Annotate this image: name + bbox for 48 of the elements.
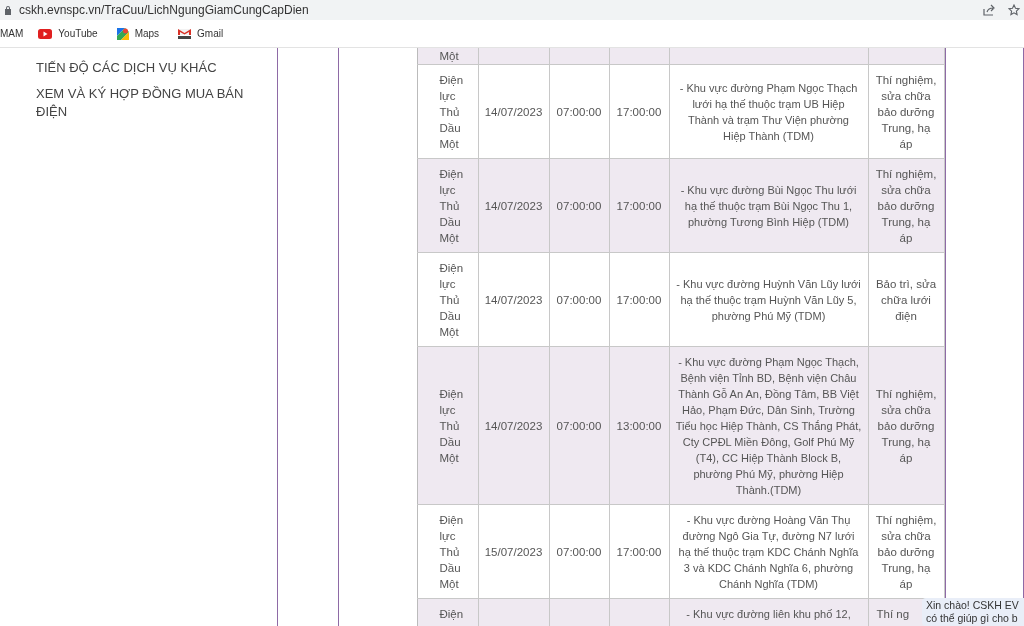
table-cell-text: Điện lực Thủ Dầu Một: [439, 512, 464, 592]
table-cell: 17:00:00: [616, 545, 662, 558]
table-cell-text: Điện lực Thủ Dầu Một: [439, 260, 464, 340]
table-cell-text: Điện lực Thủ Dầu Một: [439, 386, 464, 466]
bookmark[interactable]: YouTube: [38, 28, 98, 39]
table-cell-text: - Khu vực đường Phạm Ngọc Thạch lưới hạ thế thuộc trạm UB Hiệp Thành và trạm Thư Viện phường Hiệp Thành (TDM): [678, 80, 859, 144]
table-cell: 14/07/2023: [484, 199, 543, 212]
mail-icon: [178, 28, 192, 39]
table-cell-text: - Khu vực đường Bùi Ngọc Thu lưới hạ thế thuộc trạm Bùi Ngọc Thu 1, phường Tương Bình Hiệp (TDM): [679, 182, 858, 230]
table-cell: 07:00:00: [556, 293, 602, 306]
table-cell: 14/07/2023: [484, 105, 543, 118]
table-cell: 07:00:00: [556, 199, 602, 212]
table-cell-text: - Khu vực đường Hoàng Văn Thụ đường Ngô Gia Tự, đường N7 lưới hạ thế thuộc trạm KDC Chánh Nghĩa 3 và KDC Chánh Nghĩa 6, phường Chánh Nghĩa (TDM): [677, 512, 860, 592]
table-cell-text: Điện lực Thủ Dầu Một: [439, 166, 464, 246]
lock-icon: [4, 5, 12, 15]
table-cell: 17:00:00: [616, 199, 662, 212]
table-cell: 07:00:00: [556, 419, 602, 432]
table-cell: 15/07/2023: [484, 545, 543, 558]
chat-bubble[interactable]: Xin chào! CSKH EV có thể giúp gì cho b: [922, 598, 1024, 626]
bookmark[interactable]: Gmail: [178, 28, 224, 39]
sidebar-link[interactable]: TIẾN ĐỘ CÁC DỊCH VỤ KHÁC: [36, 59, 246, 77]
table-cell: 14/07/2023: [484, 293, 543, 306]
table-cell: 17:00:00: [616, 105, 662, 118]
table-cell-text: - Khu vực đường Phạm Ngọc Thạch, Bệnh viện Tỉnh BD, Bệnh viện Châu Thành Gỗ An An, Đồng Tâm, BB Việt Hảo, Phạm Đức, Dân Sinh, Trường Tiểu học Hiệp Thành, CS Thắng Phát, Cty CPĐL Miền Đông, Golf Phú Mỹ (T4), CC Hiệp Thành Block B, phường Phú Mỹ, phường Hiệp Thành.(TDM): [674, 354, 863, 498]
table-cell-text: Thí nghiệm, sửa chữa bảo dưỡng Trung, hạ áp: [875, 386, 937, 466]
bookmark[interactable]: Maps: [116, 27, 160, 40]
table-cell-text: - Khu vực đường Huỳnh Văn Lũy lưới hạ thế thuộc trạm Huỳnh Văn Lũy 5, phường Phú Mỹ (TDM): [675, 276, 862, 324]
map-pin-icon: [116, 27, 129, 40]
table-cell-text: - Khu vực đường liên khu phố 12,: [685, 607, 852, 622]
table-cell: 07:00:00: [556, 545, 602, 558]
table-cell: 07:00:00: [556, 105, 602, 118]
table-cell-text: Điện lực Thủ Dầu Một: [439, 72, 464, 152]
url-field[interactable]: cskh.evnspc.vn/TraCuu/LichNgungGiamCungCapDien: [19, 3, 309, 17]
table-cell-text: Thí nghiệm, sửa chữa bảo dưỡng Trung, hạ áp: [875, 72, 937, 152]
star-icon[interactable]: [1008, 4, 1020, 16]
sidebar-link[interactable]: XEM VÀ KÝ HỢP ĐỒNG MUA BÁN ĐIỆN: [36, 85, 246, 121]
table-cell-text: Thí ng: [876, 607, 910, 622]
table-cell: 13:00:00: [616, 419, 662, 432]
bookmark[interactable]: MAM: [0, 28, 24, 39]
table-cell: 17:00:00: [616, 293, 662, 306]
play-icon: [38, 28, 53, 39]
table-cell-text: Điện: [439, 607, 464, 622]
table-cell: 14/07/2023: [484, 419, 543, 432]
table-cell-text: Thí nghiệm, sửa chữa bảo dưỡng Trung, hạ áp: [875, 512, 937, 592]
table-cell-text: Một: [439, 49, 459, 64]
share-icon[interactable]: [983, 4, 996, 16]
table-cell-text: Bảo trì, sửa chữa lưới điện: [875, 276, 937, 324]
table-cell-text: Thí nghiệm, sửa chữa bảo dưỡng Trung, hạ áp: [875, 166, 937, 246]
